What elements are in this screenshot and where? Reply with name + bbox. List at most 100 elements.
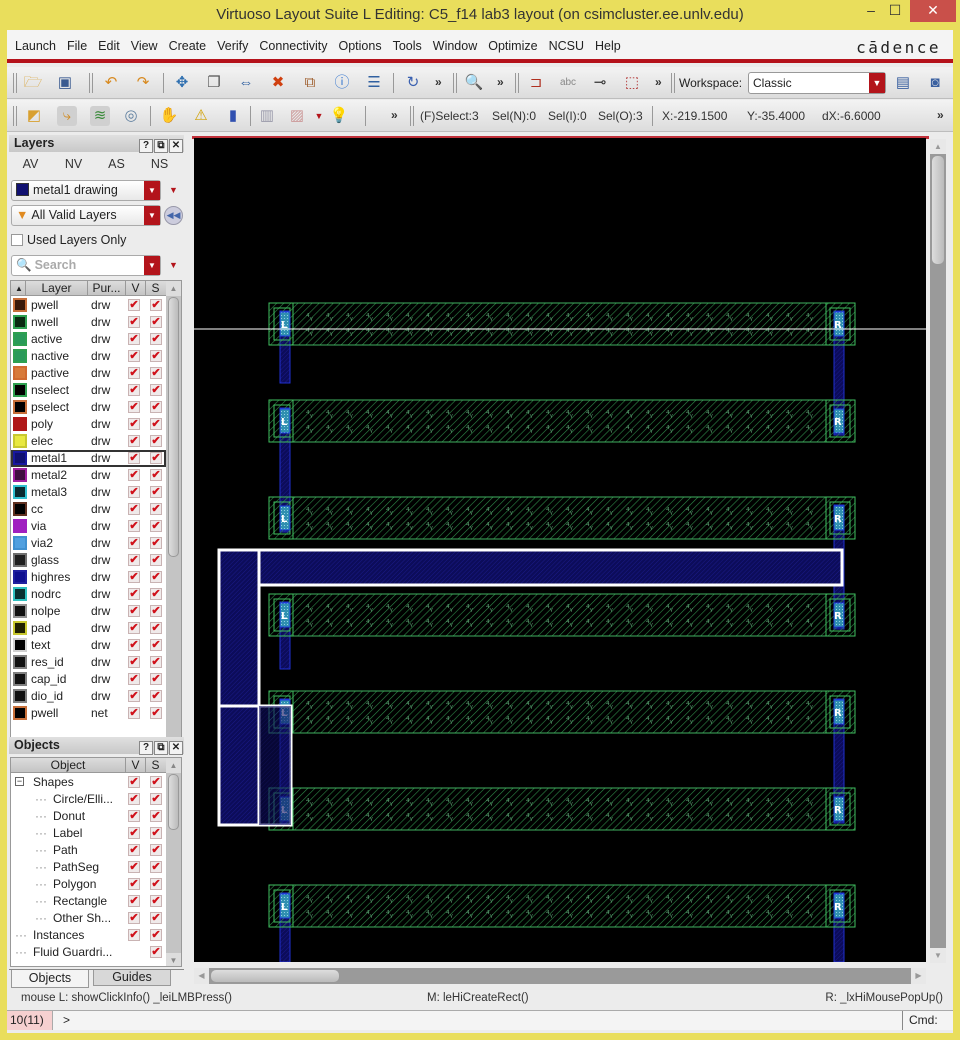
float-icon[interactable]: ⧉ [154,741,168,755]
selectable-checkbox[interactable]: ✔ [150,827,162,839]
tab-objects[interactable]: Objects [11,970,89,988]
canvas-hscroll-thumb[interactable] [210,969,340,983]
visible-checkbox[interactable]: ✔ [128,878,140,890]
visible-checkbox[interactable]: ✔ [128,571,140,583]
selectable-checkbox[interactable]: ✔ [150,946,162,958]
layout-canvas[interactable]: ⁴ᵧ ⁴ᵧ ⁴ᵧ ⁴ᵧ ⁴ᵧ ⁴ᵧ ⁴ᵧ ⁴ᵧ ⁴ᵧ ⁴ᵧ ⁴ᵧ ⁴ᵧ ⁴ᵧ ⁴ᵧ ⁴ᵧ ⁴ᵧ ⁴ᵧ ⁴ᵧ ⁴ᵧ ⁴ᵧ… [194,138,926,962]
scroll-left-icon[interactable]: ◀ [194,968,209,984]
workspace-view-icon[interactable]: ◙ [925,73,945,93]
save-workspace-icon[interactable]: ▤ [893,73,913,93]
layer-tab-av[interactable]: AV [9,157,52,171]
selectable-checkbox[interactable]: ✔ [150,401,162,413]
menu-launch[interactable]: Launch [15,39,56,53]
toolbar-more-button[interactable]: » [655,75,662,89]
stretch-icon[interactable]: ⇔ [236,73,256,93]
move-icon[interactable]: ✥ [172,73,192,93]
layer-tab-nv[interactable]: NV [52,157,95,171]
selectable-checkbox[interactable]: ✔ [150,571,162,583]
scroll-down-icon[interactable]: ▼ [930,948,946,963]
menu-options[interactable]: Options [338,39,381,53]
close-icon[interactable]: ✕ [169,741,183,755]
visible-checkbox[interactable]: ✔ [128,861,140,873]
scroll-right-icon[interactable]: ▶ [911,968,926,984]
highlight-icon[interactable]: ▮ [223,106,243,126]
selectable-checkbox[interactable]: ✔ [150,333,162,345]
visible-checkbox[interactable]: ✔ [128,520,140,532]
toolbar-grip[interactable] [89,73,93,93]
visible-checkbox[interactable]: ✔ [128,316,140,328]
selectable-checkbox[interactable]: ✔ [150,690,162,702]
canvas-vertical-scrollbar[interactable]: ▲ ▼ [930,139,946,963]
selectable-checkbox[interactable]: ✔ [150,912,162,924]
canvas-horizontal-scrollbar[interactable]: ◀ ▶ [194,968,926,984]
layer-row-pwell[interactable]: pwell net ✔ ✔ [11,705,166,722]
selectable-checkbox[interactable]: ✔ [150,418,162,430]
menu-ncsu[interactable]: NCSU [549,39,584,53]
selectable-checkbox[interactable]: ✔ [150,656,162,668]
layer-filter-select[interactable]: ▼ All Valid Layers ▼ [11,205,161,226]
sort-icon[interactable]: ▲ [13,281,25,296]
warning-icon[interactable]: ⚠ [191,106,211,126]
redo-icon[interactable]: ↷ [133,73,153,93]
selectable-checkbox[interactable]: ✔ [150,486,162,498]
toolbar-grip[interactable] [13,73,17,93]
layer-tab-as[interactable]: AS [95,157,138,171]
scroll-up-icon[interactable]: ▲ [930,139,946,154]
selectable-checkbox[interactable]: ✔ [150,520,162,532]
undo-icon[interactable]: ↶ [101,73,121,93]
layer-row-active[interactable]: active drw ✔ ✔ [11,331,166,348]
layer-row-glass[interactable]: glass drw ✔ ✔ [11,552,166,569]
help-icon[interactable]: ? [139,139,153,153]
menu-connectivity[interactable]: Connectivity [259,39,327,53]
visible-checkbox[interactable]: ✔ [128,912,140,924]
layer-row-cap_id[interactable]: cap_id drw ✔ ✔ [11,671,166,688]
layer-row-pselect[interactable]: pselect drw ✔ ✔ [11,399,166,416]
layout-drawing[interactable]: ⁴ᵧ ⁴ᵧ ⁴ᵧ ⁴ᵧ ⁴ᵧ ⁴ᵧ ⁴ᵧ ⁴ᵧ ⁴ᵧ ⁴ᵧ ⁴ᵧ ⁴ᵧ ⁴ᵧ ⁴ᵧ ⁴ᵧ ⁴ᵧ ⁴ᵧ ⁴ᵧ ⁴ᵧ ⁴ᵧ… [194,138,926,962]
menu-optimize[interactable]: Optimize [488,39,537,53]
layer-row-metal2[interactable]: metal2 drw ✔ ✔ [11,467,166,484]
layer-search-input[interactable]: 🔍 Search ▼ [11,255,161,276]
hierarchy-icon[interactable]: ↻ [403,73,423,93]
objects-scrollbar[interactable]: ▲ ▼ [166,758,181,966]
toolbar-grip[interactable] [13,106,17,126]
layers-scrollbar[interactable]: ▲ ▼ [166,281,181,759]
chevron-down-icon[interactable]: ▼ [144,181,160,200]
command-input[interactable] [77,1012,877,1029]
visible-checkbox[interactable]: ✔ [128,299,140,311]
column-layer[interactable]: Layer [25,281,87,296]
checkbox-box[interactable] [11,234,23,246]
layer-tab-ns[interactable]: NS [138,157,181,171]
object-row-polygon[interactable]: ··· Polygon ✔ ✔ [11,876,166,893]
layer-row-nselect[interactable]: nselect drw ✔ ✔ [11,382,166,399]
selectable-checkbox[interactable]: ✔ [150,469,162,481]
layer-row-pactive[interactable]: pactive drw ✔ ✔ [11,365,166,382]
label-icon[interactable]: abc [558,73,578,93]
layers-scroll-thumb[interactable] [168,297,179,557]
object-row-label[interactable]: ··· Label ✔ ✔ [11,825,166,842]
select-mode-icon[interactable]: ◩ [24,106,44,126]
object-row-fluid-guardri-[interactable]: ··· Fluid Guardri... ✔ [11,944,166,961]
density-icon[interactable]: ▥ [257,106,277,126]
selectable-checkbox[interactable]: ✔ [150,810,162,822]
column-selectable[interactable]: S [145,758,165,773]
selectable-checkbox[interactable]: ✔ [150,622,162,634]
menu-tools[interactable]: Tools [393,39,422,53]
object-row-pathseg[interactable]: ··· PathSeg ✔ ✔ [11,859,166,876]
layer-stack-icon[interactable]: ≋ [90,106,110,126]
visible-checkbox[interactable]: ✔ [128,418,140,430]
visible-checkbox[interactable]: ✔ [128,469,140,481]
close-icon[interactable]: ✕ [169,139,183,153]
selectable-checkbox[interactable]: ✔ [150,554,162,566]
column-selectable[interactable]: S [145,281,165,296]
menu-file[interactable]: File [67,39,87,53]
visible-checkbox[interactable]: ✔ [128,690,140,702]
object-row-circle-elli-[interactable]: ··· Circle/Elli... ✔ ✔ [11,791,166,808]
object-row-path[interactable]: ··· Path ✔ ✔ [11,842,166,859]
column-visible[interactable]: V [125,758,145,773]
visible-checkbox[interactable]: ✔ [128,367,140,379]
objects-scroll-thumb[interactable] [168,774,179,830]
visible-checkbox[interactable]: ✔ [128,401,140,413]
chevron-down-icon[interactable]: ▼ [144,256,160,275]
selectable-checkbox[interactable]: ✔ [150,793,162,805]
layer-row-nwell[interactable]: nwell drw ✔ ✔ [11,314,166,331]
